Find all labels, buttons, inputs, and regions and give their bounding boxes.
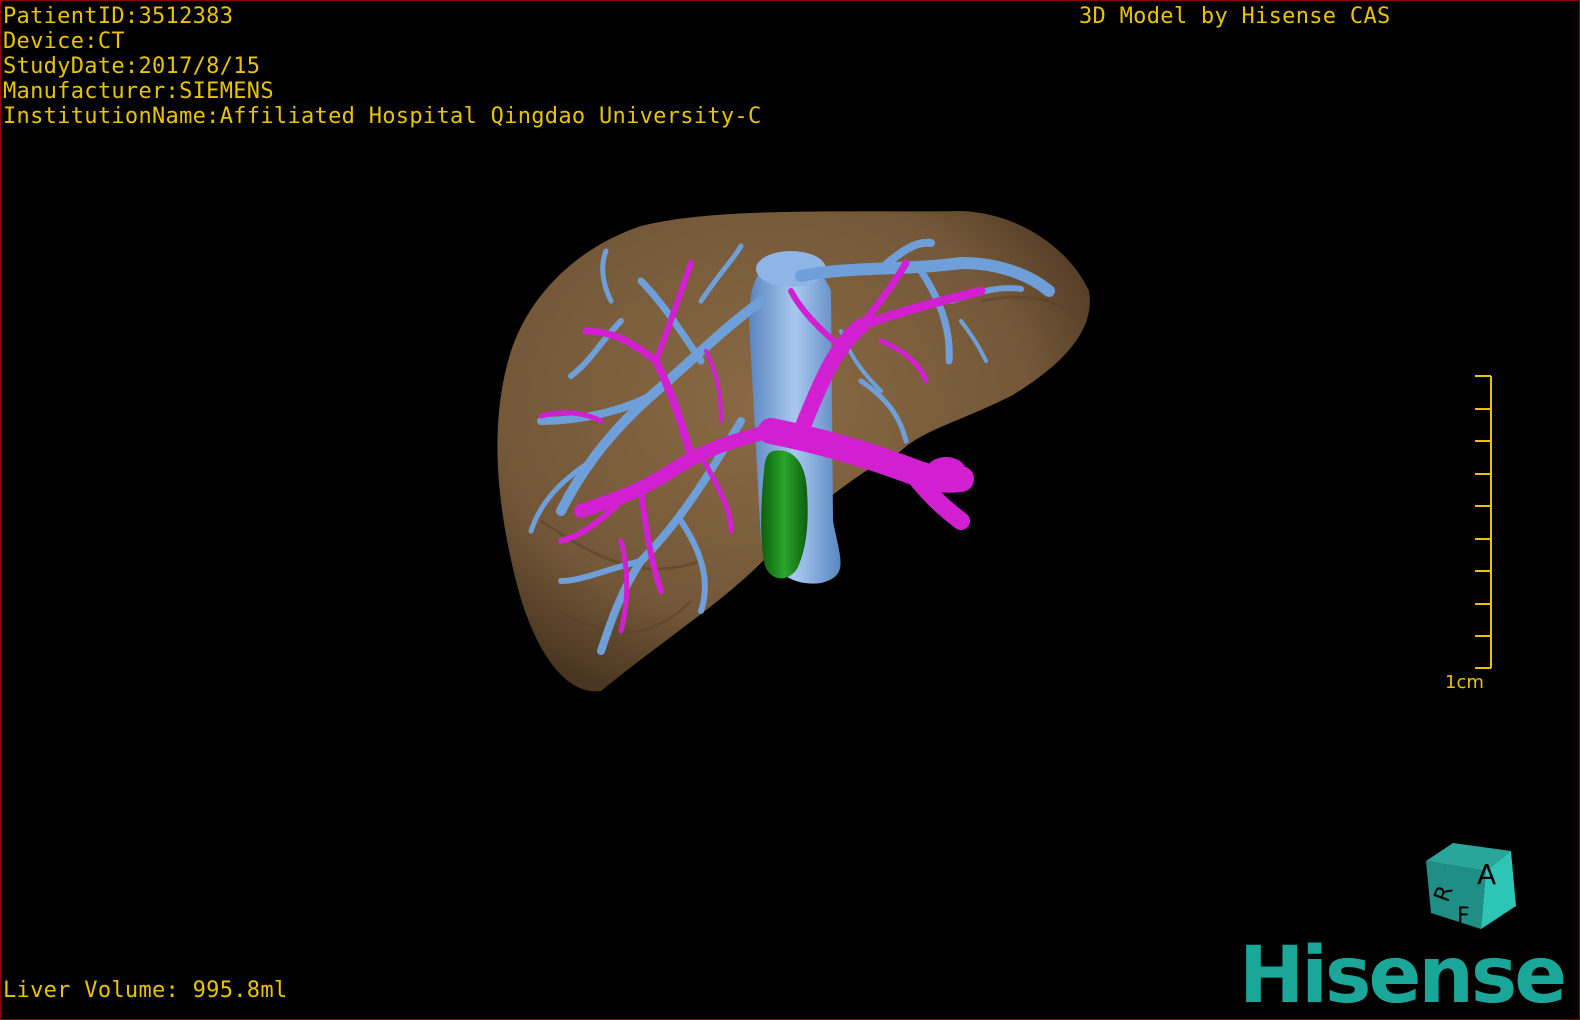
portal-vein-stump — [926, 457, 966, 485]
cube-label-a: A — [1477, 858, 1496, 891]
study-date: StudyDate:2017/8/15 — [3, 54, 261, 79]
study-info: PatientID:3512383 Device:CT StudyDate:20… — [3, 4, 762, 129]
patient-id: PatientID:3512383 — [3, 4, 234, 29]
scale-bar — [1475, 375, 1492, 669]
model-credit: 3D Model by Hisense CAS — [1079, 4, 1391, 29]
scale-bar-label: 1cm — [1445, 672, 1484, 693]
gallbladder — [761, 450, 808, 579]
liver-volume: Liver Volume: 995.8ml — [3, 978, 288, 1003]
cube-label-f: F — [1457, 904, 1470, 929]
orientation-cube[interactable]: A F R — [1426, 843, 1516, 929]
device: Device:CT — [3, 29, 125, 54]
manufacturer: Manufacturer:SIEMENS — [3, 79, 274, 104]
hisense-logo: Hisense — [1239, 931, 1567, 1020]
institution-name: InstitutionName:Affiliated Hospital Qing… — [3, 104, 762, 129]
3d-viewport[interactable]: A F R PatientID:3512383 Device:CT StudyD… — [0, 0, 1580, 1020]
liver-3d-model[interactable]: A F R — [1, 1, 1579, 1019]
